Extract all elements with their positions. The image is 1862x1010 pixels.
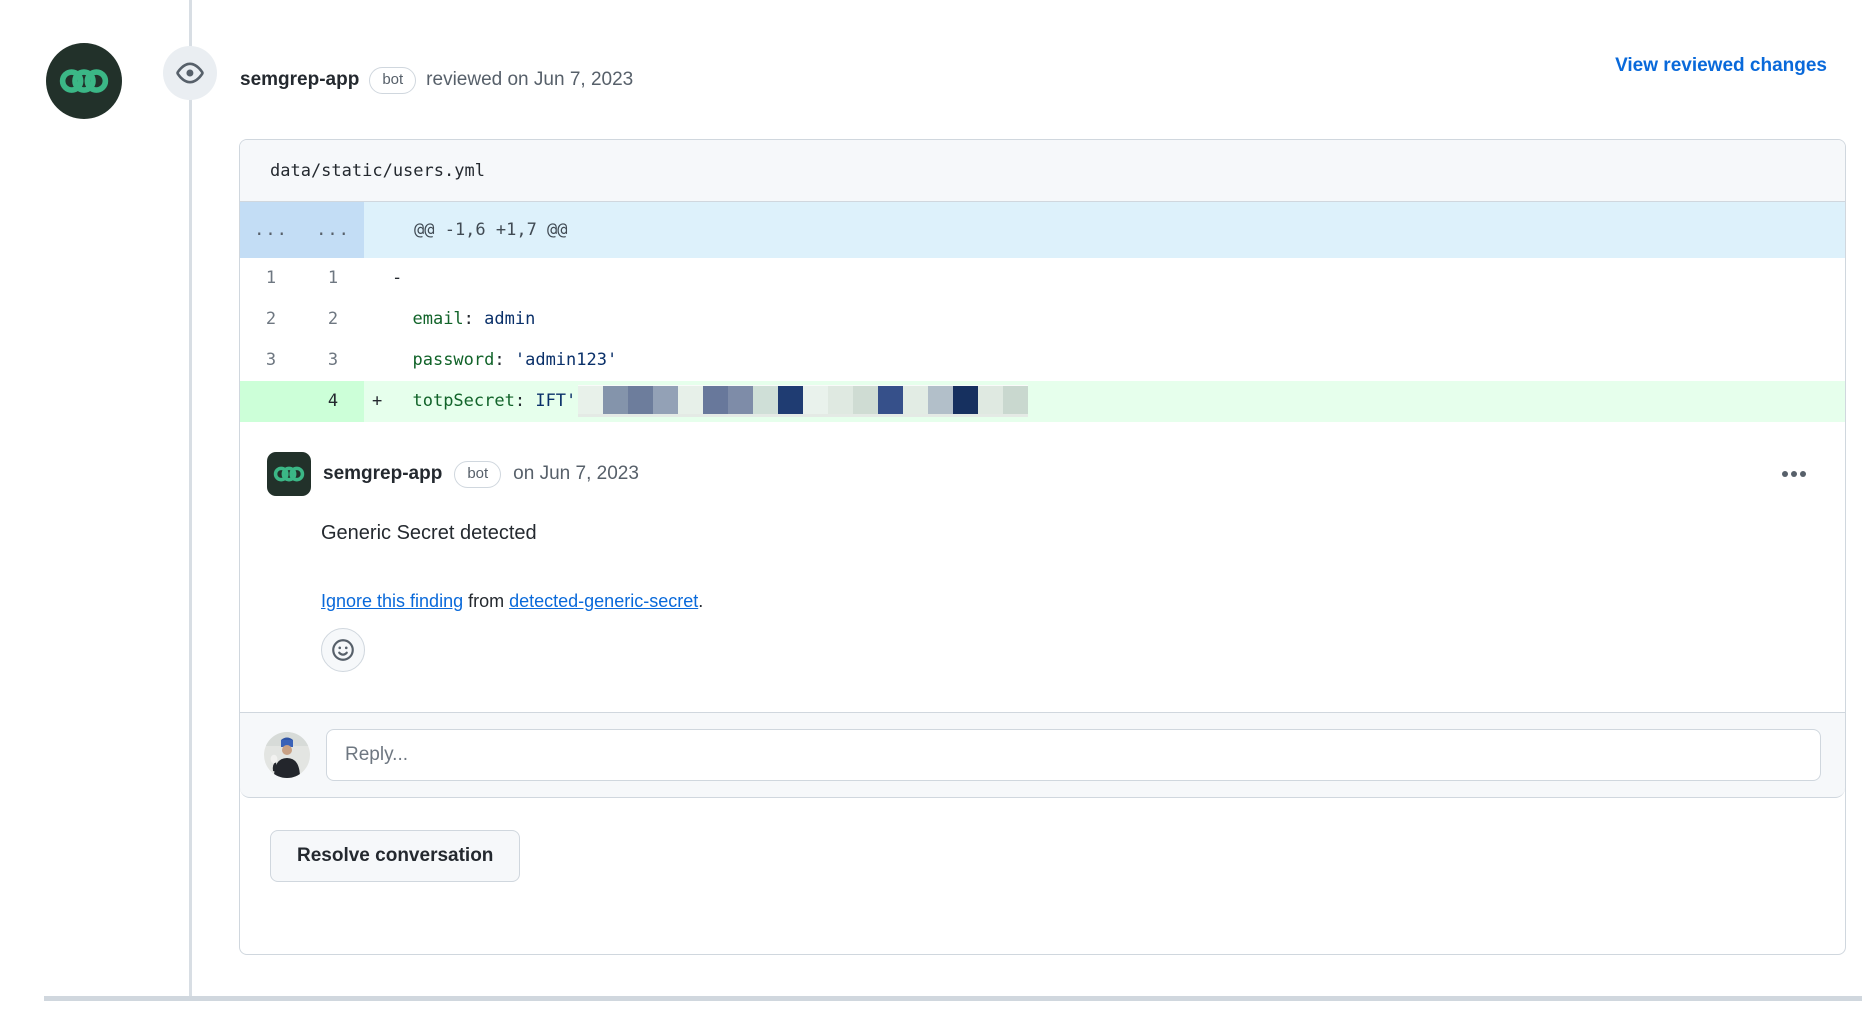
old-line-number[interactable]: 2	[240, 299, 302, 340]
smiley-icon	[330, 637, 356, 663]
comment-header: semgrep-app bot on Jun 7, 2023	[267, 452, 1817, 496]
bot-badge: bot	[369, 67, 416, 94]
diff-row-hunk: ......@@ -1,6 +1,7 @@	[240, 202, 1845, 258]
new-line-number: ...	[302, 202, 364, 258]
code-cell: email: admin	[364, 299, 1845, 340]
comment-block: semgrep-app bot on Jun 7, 2023 Generic S…	[240, 422, 1845, 712]
old-line-number[interactable]: 1	[240, 258, 302, 299]
semgrep-logo-icon	[57, 54, 111, 108]
new-line-number[interactable]: 1	[302, 258, 364, 299]
bot-badge: bot	[454, 461, 501, 488]
old-line-number[interactable]: 3	[240, 340, 302, 381]
comment-body-text: Generic Secret detected	[321, 522, 1817, 545]
code-cell: -	[364, 258, 1845, 299]
diff-marker: +	[372, 381, 392, 422]
old-line-number[interactable]	[240, 381, 302, 422]
resolve-conversation-button[interactable]: Resolve conversation	[270, 830, 520, 882]
code-cell: password: 'admin123'	[364, 340, 1845, 381]
diff-table: ......@@ -1,6 +1,7 @@11-22 email: admin3…	[240, 202, 1845, 422]
review-timestamp: reviewed on Jun 7, 2023	[426, 69, 633, 91]
file-path-link[interactable]: data/static/users.yml	[270, 161, 485, 181]
semgrep-bot-avatar[interactable]	[46, 43, 122, 119]
comment-content: Generic Secret detected Ignore this find…	[321, 522, 1817, 672]
new-line-number[interactable]: 4	[302, 381, 364, 422]
reply-input[interactable]	[326, 729, 1821, 781]
eye-icon	[176, 59, 204, 87]
comment-timestamp: on Jun 7, 2023	[513, 463, 639, 485]
review-event-badge	[163, 46, 217, 100]
new-line-number[interactable]: 2	[302, 299, 364, 340]
review-thread-card: data/static/users.yml ......@@ -1,6 +1,7…	[239, 139, 1846, 955]
comment-options-button[interactable]	[1771, 464, 1817, 484]
rule-link[interactable]: detected-generic-secret	[509, 591, 698, 611]
code-cell: + totpSecret: IFT'	[364, 381, 1845, 422]
redacted-secret	[578, 385, 1028, 417]
old-line-number: ...	[240, 202, 302, 258]
comment-author[interactable]: semgrep-app	[323, 463, 442, 485]
reply-section	[240, 712, 1845, 798]
file-header: data/static/users.yml	[240, 140, 1845, 202]
resolve-section: Resolve conversation	[240, 798, 1845, 882]
review-header: semgrep-app bot reviewed on Jun 7, 2023	[240, 52, 633, 108]
comment-links: Ignore this finding from detected-generi…	[321, 591, 1817, 612]
section-divider	[44, 996, 1862, 1001]
link-joiner-text: from	[463, 591, 509, 611]
ignore-finding-link[interactable]: Ignore this finding	[321, 591, 463, 611]
comment-author-avatar[interactable]	[267, 452, 311, 496]
diff-row-context: 22 email: admin	[240, 299, 1845, 340]
diff-row-context: 11-	[240, 258, 1845, 299]
diff-row-addition: 4+ totpSecret: IFT'	[240, 381, 1845, 422]
current-user-avatar[interactable]	[264, 732, 310, 778]
sentence-period: .	[698, 591, 703, 611]
timeline-line	[189, 0, 192, 997]
add-reaction-button[interactable]	[321, 628, 365, 672]
kebab-icon	[1781, 470, 1807, 478]
view-reviewed-changes-link[interactable]: View reviewed changes	[1615, 55, 1827, 77]
code-cell: @@ -1,6 +1,7 @@	[364, 202, 1845, 258]
new-line-number[interactable]: 3	[302, 340, 364, 381]
review-thread-screen: semgrep-app bot reviewed on Jun 7, 2023 …	[0, 0, 1862, 1010]
diff-row-context: 33 password: 'admin123'	[240, 340, 1845, 381]
semgrep-logo-icon	[272, 457, 306, 491]
review-author[interactable]: semgrep-app	[240, 69, 359, 91]
